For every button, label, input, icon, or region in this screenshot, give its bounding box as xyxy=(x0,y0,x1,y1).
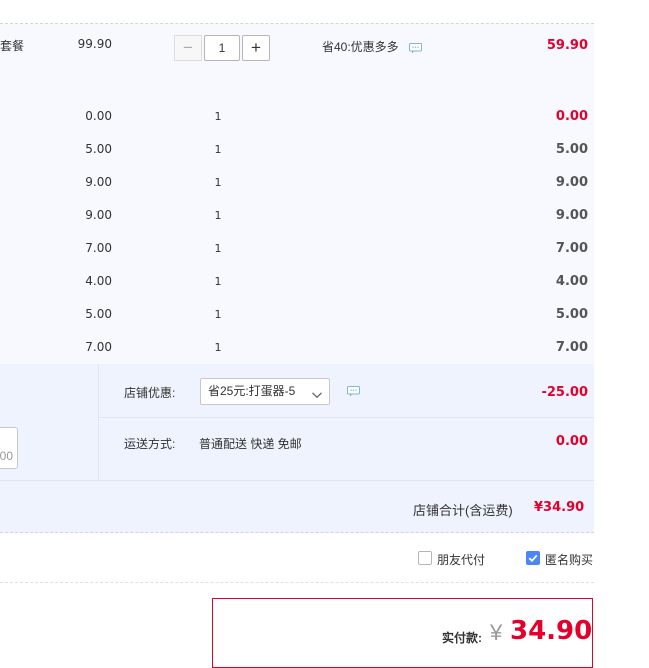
sub-item-quantity: 1 xyxy=(214,143,222,156)
sub-item-quantity: 1 xyxy=(214,308,222,321)
chevron-down-icon xyxy=(311,385,323,399)
buyer-message-fragment: 00 xyxy=(0,449,13,463)
sub-item-quantity: 1 xyxy=(214,176,222,189)
main-item-name[interactable]: 套餐 xyxy=(0,37,24,54)
sub-item-quantity: 1 xyxy=(214,242,222,255)
main-item-price: 99.90 xyxy=(77,37,112,51)
sub-item-total: 5.00 xyxy=(555,307,588,322)
sub-item-total: 5.00 xyxy=(555,142,588,157)
friend-pay-label[interactable]: 朋友代付 xyxy=(437,551,485,568)
shop-discount-amount: -25.00 xyxy=(541,385,588,400)
shop-column-divider xyxy=(98,364,99,480)
currency-symbol: ¥ xyxy=(490,620,503,645)
sub-item-price: 5.00 xyxy=(85,307,112,321)
sub-item-price: 7.00 xyxy=(85,340,112,354)
discount-message-icon[interactable] xyxy=(347,386,360,397)
anonymous-purchase-checkbox[interactable] xyxy=(526,551,540,565)
decrease-quantity-button[interactable]: − xyxy=(174,35,202,61)
shipping-fee: 0.00 xyxy=(555,434,588,449)
sub-item-quantity: 1 xyxy=(214,110,222,123)
sub-item-total: 9.00 xyxy=(555,208,588,223)
actual-payment-amount: 34.90 xyxy=(510,616,593,646)
sub-item-price: 0.00 xyxy=(85,109,112,123)
sub-item-price: 9.00 xyxy=(85,175,112,189)
buyer-message-field[interactable]: 00 xyxy=(0,427,18,469)
sub-item-total: 7.00 xyxy=(555,241,588,256)
sub-item-price: 7.00 xyxy=(85,241,112,255)
quantity-input[interactable]: 1 xyxy=(204,35,240,61)
sub-item-quantity: 1 xyxy=(214,209,222,222)
quantity-stepper: − 1 + xyxy=(174,35,270,61)
increase-quantity-button[interactable]: + xyxy=(242,35,270,61)
sub-item-total: 9.00 xyxy=(555,175,588,190)
sub-item-quantity: 1 xyxy=(214,341,222,354)
shop-subtotal-divider xyxy=(0,480,594,481)
promotion-message-icon[interactable] xyxy=(409,43,422,54)
shop-subtotal-value: ¥34.90 xyxy=(534,500,585,515)
shipping-label: 运送方式: xyxy=(124,437,176,451)
shop-subtotal-label: 店铺合计(含运费) xyxy=(413,503,513,518)
shipping-method[interactable]: 普通配送 快递 免邮 xyxy=(199,435,302,452)
shop-discount-label: 店铺优惠: xyxy=(124,386,176,400)
sub-item-total: 0.00 xyxy=(555,109,588,124)
shop-discount-selected: 省25元:打蛋器-5 xyxy=(208,384,296,398)
item-promotion-text: 省40:优惠多多 xyxy=(322,40,399,54)
sub-item-price: 9.00 xyxy=(85,208,112,222)
shop-row-divider xyxy=(98,417,594,418)
sub-item-price: 4.00 xyxy=(85,274,112,288)
sub-item-quantity: 1 xyxy=(214,275,222,288)
sub-item-total: 4.00 xyxy=(555,274,588,289)
friend-pay-checkbox[interactable] xyxy=(418,551,432,565)
main-item-total: 59.90 xyxy=(546,38,588,53)
anonymous-purchase-label[interactable]: 匿名购买 xyxy=(545,551,593,568)
shop-discount-select[interactable]: 省25元:打蛋器-5 xyxy=(200,378,330,405)
sub-item-total: 7.00 xyxy=(555,340,588,355)
options-divider xyxy=(0,582,594,583)
actual-payment-label: 实付款: xyxy=(442,631,482,645)
sub-item-price: 5.00 xyxy=(85,142,112,156)
